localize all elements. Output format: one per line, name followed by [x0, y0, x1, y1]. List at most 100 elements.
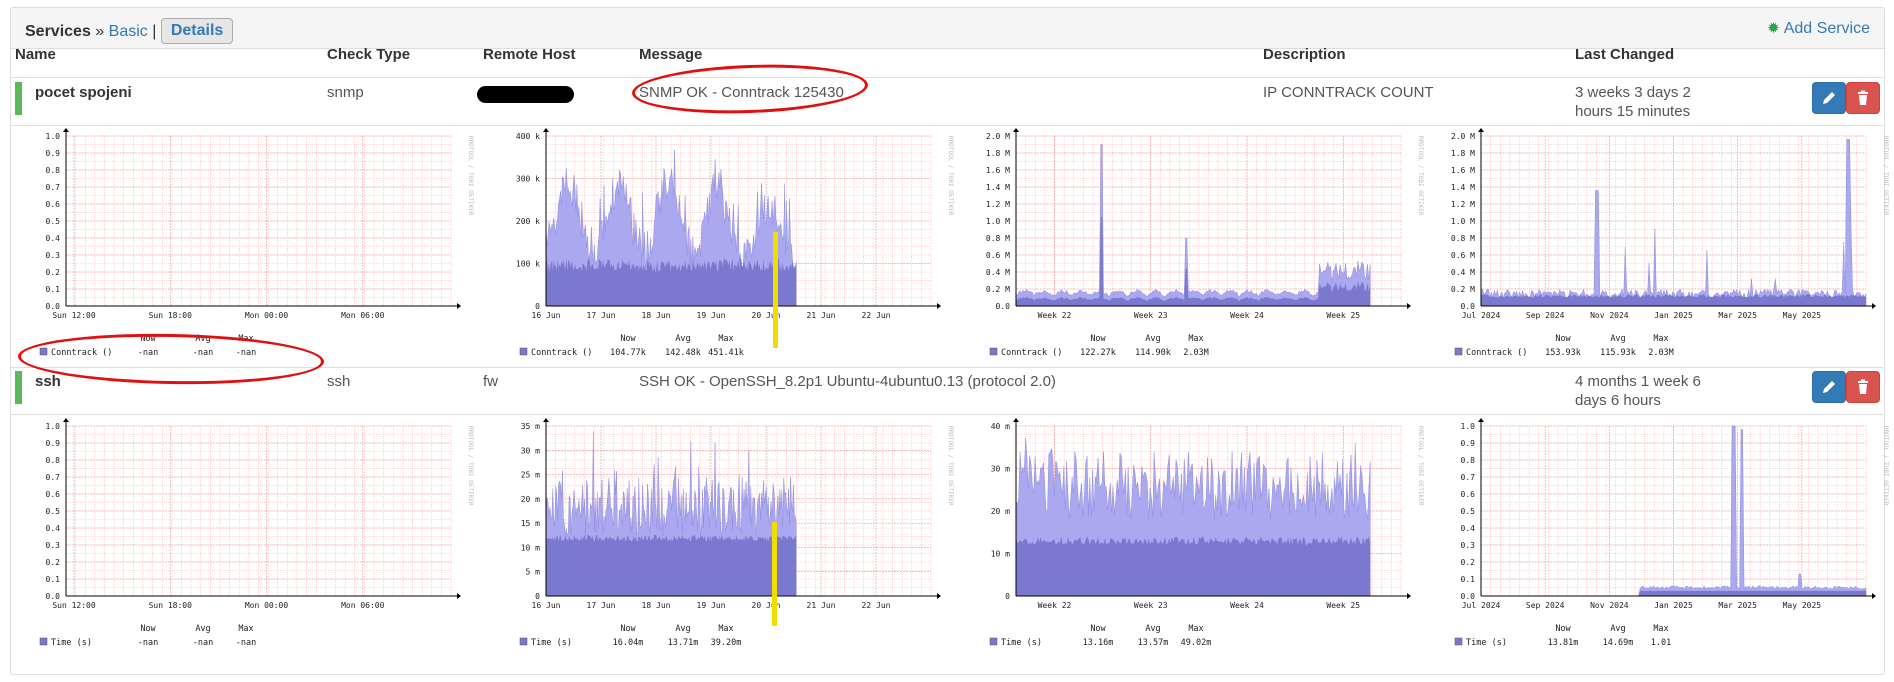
stat-header: Avg [1610, 624, 1625, 634]
y-tick-label: 10 m [521, 543, 540, 552]
rrdtool-watermark: RRDTOOL / TOBI OETIKER [467, 426, 474, 506]
series-area-avg [546, 534, 797, 596]
rrd-graph-svg: 400 k 300 k 200 k 100 k 016 Jun 17 Jun 18 Jun 1… [516, 128, 954, 358]
y-tick-label: 0.3 [1461, 541, 1476, 550]
x-tick-label: Sun 18:00 [149, 311, 193, 320]
legend-stat-value: -nan [193, 348, 213, 358]
delete-service-button[interactable] [1846, 371, 1880, 403]
legend-swatch [39, 347, 48, 356]
x-tick-label: 16 Jun [532, 601, 561, 610]
x-tick-label: 18 Jun [642, 601, 671, 610]
series-area-avg [1016, 536, 1371, 596]
x-tick-label: Sun 18:00 [149, 601, 193, 610]
delete-service-button[interactable] [1846, 82, 1880, 114]
rrdtool-watermark: RRDTOOL / TOBI OETIKER [1882, 136, 1889, 216]
y-tick-label: 0.8 [46, 166, 61, 175]
legend-stat-value: 2.03M [1183, 348, 1209, 358]
legend-swatch [519, 347, 528, 356]
x-tick-label: Sun 12:00 [52, 311, 96, 320]
stat-header: Now [140, 334, 156, 344]
legend-stat-value: 142.48k [665, 348, 701, 358]
x-tick-label: Nov 2024 [1590, 311, 1629, 320]
graph-month[interactable]: 2.0 M 1.8 M 1.6 M 1.4 M 1.2 M 1.0 M 0.8 M 0.6 M… [968, 128, 1438, 363]
legend-stat-value: 13.57m [1138, 638, 1169, 648]
graph-day[interactable]: 1.0 0.9 0.8 0.7 0.6 0.5 0.4 0.3 0.2 0.1 0.0 Sun 12:… [18, 418, 488, 653]
legend-label: Conntrack () [1001, 348, 1062, 358]
column-message[interactable]: Message [639, 46, 702, 63]
rrd-graph-svg: 40 m 30 m 20 m 10 m 0 Week 22 Week 23 Week 24 We… [989, 418, 1424, 648]
add-service-link[interactable]: ✹ Add Service [1767, 19, 1870, 38]
rrd-graph-svg: 1.0 0.9 0.8 0.7 0.6 0.5 0.4 0.3 0.2 0.1 0.0Sun 12:… [39, 418, 474, 648]
legend-label: Time (s) [51, 638, 92, 648]
edit-service-button[interactable] [1812, 371, 1846, 403]
service-message: SSH OK - OpenSSH_8.2p1 Ubuntu-4ubuntu0.1… [639, 373, 1056, 390]
y-tick-label: 0.3 [46, 251, 61, 260]
graph-month[interactable]: 40 m 30 m 20 m 10 m 0 Week 22 Week 23 Week 24 We… [968, 418, 1438, 653]
service-remote-host: fw [483, 373, 498, 390]
x-tick-label: Week 22 [1038, 311, 1072, 320]
column-name[interactable]: Name [15, 46, 56, 63]
y-tick-label: 0.0 [1461, 302, 1476, 311]
y-tick-label: 300 k [516, 175, 540, 184]
legend-swatch [1454, 347, 1463, 356]
graph-day[interactable]: 1.0 0.9 0.8 0.7 0.6 0.5 0.4 0.3 0.2 0.1 0.0 Sun 12:… [18, 128, 488, 363]
legend-label: Time (s) [1466, 638, 1507, 648]
legend-label: Conntrack () [51, 348, 112, 358]
y-tick-label: 2.0 M [1451, 132, 1475, 141]
y-tick-label: 0.6 [46, 200, 61, 209]
stat-header: Max [1653, 334, 1668, 344]
y-tick-label: 0.3 [46, 541, 61, 550]
stat-header: Max [1188, 334, 1203, 344]
graph-2days[interactable]: 35 m 30 m 25 m 20 m 15 m 10 m 5 m 0 16 Jun 17 Jun… [498, 418, 968, 653]
trash-icon [1858, 90, 1868, 105]
y-tick-label: 0 [535, 592, 540, 601]
column-check-type[interactable]: Check Type [327, 46, 410, 63]
highlight-mark [772, 522, 777, 626]
rrdtool-watermark: RRDTOOL / TOBI OETIKER [947, 136, 954, 216]
gear-icon: ✹ [1767, 20, 1780, 37]
y-tick-label: 0.4 [46, 234, 61, 243]
y-tick-label: 1.2 M [986, 200, 1010, 209]
column-last-changed[interactable]: Last Changed [1575, 46, 1674, 63]
x-tick-label: 16 Jun [532, 311, 561, 320]
graph-2days[interactable]: 400 k 300 k 200 k 100 k 0 16 Jun 17 Jun 18 Jun 1… [498, 128, 968, 363]
y-tick-label: 0 [1005, 592, 1010, 601]
legend-stat-value: 104.77k [610, 348, 646, 358]
legend-swatch [39, 637, 48, 646]
y-tick-label: 0.0 [1461, 592, 1476, 601]
x-tick-label: Jul 2024 [1462, 601, 1501, 610]
x-axis-arrow [937, 303, 941, 309]
x-tick-label: 17 Jun [587, 601, 616, 610]
stat-header: Avg [1145, 624, 1160, 634]
graph-year[interactable]: 1.0 0.9 0.8 0.7 0.6 0.5 0.4 0.3 0.2 0.1 0.0 Jul 202… [1433, 418, 1894, 653]
legend-stat-value: 1.01 [1651, 638, 1671, 648]
column-description[interactable]: Description [1263, 46, 1346, 63]
legend-label: Conntrack () [531, 348, 592, 358]
x-tick-label: Mon 06:00 [341, 311, 385, 320]
graph-year[interactable]: 2.0 M 1.8 M 1.6 M 1.4 M 1.2 M 1.0 M 0.8 M 0.6 M… [1433, 128, 1894, 363]
service-name[interactable]: pocet spojeni [35, 83, 132, 102]
y-tick-label: 20 m [991, 507, 1010, 516]
y-tick-label: 1.8 M [1451, 149, 1475, 158]
y-tick-label: 1.0 [46, 132, 61, 141]
rrdtool-watermark: RRDTOOL / TOBI OETIKER [1882, 426, 1889, 506]
x-axis-arrow [1872, 303, 1876, 309]
y-axis-arrow [1013, 418, 1019, 422]
x-tick-label: Week 25 [1326, 311, 1360, 320]
stat-header: Now [620, 624, 636, 634]
rrd-graph-svg: 2.0 M 1.8 M 1.6 M 1.4 M 1.2 M 1.0 M 0.8 M 0.6 M… [986, 128, 1424, 358]
legend-swatch [519, 637, 528, 646]
service-check-type: snmp [327, 84, 364, 101]
service-name[interactable]: ssh [35, 372, 61, 391]
y-tick-label: 0.4 M [986, 268, 1010, 277]
basic-view-link[interactable]: Basic [109, 23, 148, 40]
y-tick-label: 2.0 M [986, 132, 1010, 141]
x-tick-label: Week 23 [1134, 311, 1168, 320]
pencil-icon [1823, 92, 1835, 104]
rrd-graph-svg: 1.0 0.9 0.8 0.7 0.6 0.5 0.4 0.3 0.2 0.1 0.0Jul 202… [1454, 418, 1889, 648]
y-tick-label: 0.6 [1461, 490, 1476, 499]
y-tick-label: 0.8 M [986, 234, 1010, 243]
edit-service-button[interactable] [1812, 82, 1846, 114]
details-view-button[interactable]: Details [160, 18, 234, 44]
column-remote-host[interactable]: Remote Host [483, 46, 576, 63]
